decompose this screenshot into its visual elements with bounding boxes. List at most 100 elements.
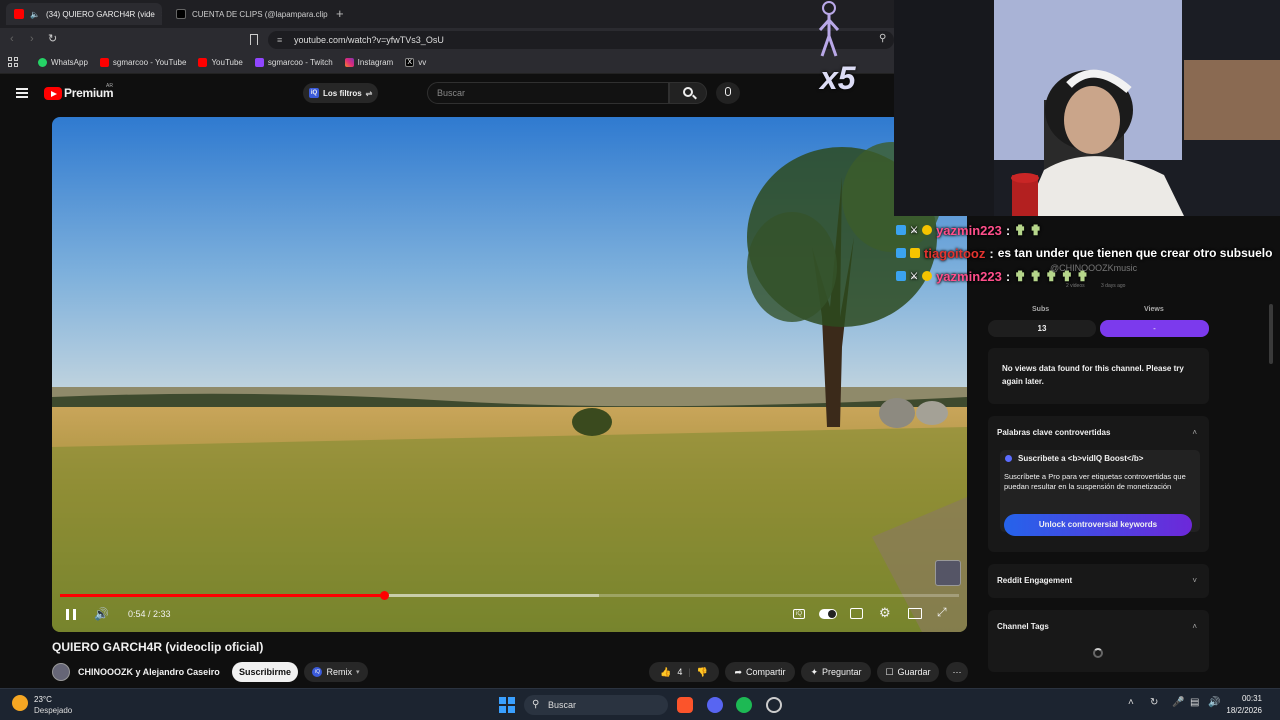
vidiq-icon: iQ xyxy=(312,667,323,677)
vidiq-dot-icon xyxy=(1005,455,1012,462)
subscribe-button[interactable]: Suscribirme xyxy=(232,662,298,682)
weather-icon[interactable] xyxy=(12,695,28,711)
speaker-icon: 🔈 xyxy=(30,9,40,19)
weather-temp[interactable]: 23°C xyxy=(34,695,52,704)
clock-date: 18/2/2026 xyxy=(1226,706,1262,715)
volume-icon[interactable]: 🔊 xyxy=(94,607,109,621)
subs-tab[interactable]: 13 xyxy=(988,320,1096,337)
scrollbar[interactable] xyxy=(1268,296,1274,688)
multiplier-overlay: x5 xyxy=(820,60,856,96)
last-upload: 3 days ago xyxy=(1101,283,1126,289)
forward-icon[interactable]: › xyxy=(30,33,34,45)
chat-username: yazmin223 xyxy=(936,268,1002,284)
chevron-up-icon[interactable]: ˄ xyxy=(1192,428,1197,437)
weather-desc: Despejado xyxy=(34,706,73,715)
close-tab-icon[interactable]: ✕ xyxy=(161,10,162,19)
youtube-logo-icon[interactable] xyxy=(44,87,62,100)
search-button[interactable] xyxy=(669,82,707,104)
spotify-icon[interactable] xyxy=(736,697,752,713)
fullscreen-icon[interactable]: ⤢ xyxy=(937,605,947,620)
remix-button[interactable]: iQ Remix ▾ xyxy=(304,662,368,682)
badge-icon xyxy=(896,225,906,235)
loading-spinner-icon xyxy=(1093,648,1103,658)
microphone-icon[interactable]: 🎤 xyxy=(1172,697,1184,708)
subtitles-icon[interactable] xyxy=(850,608,863,619)
zoom-icon[interactable]: ⚲ xyxy=(879,33,886,44)
reload-icon[interactable]: ↻ xyxy=(48,32,57,45)
network-icon[interactable]: ▤ xyxy=(1190,697,1199,708)
search-input[interactable]: Buscar xyxy=(427,82,669,104)
brave-icon[interactable] xyxy=(677,697,693,713)
like-count: 4 xyxy=(677,667,683,677)
pause-icon[interactable] xyxy=(66,609,76,620)
video-player[interactable]: 🔊 0:54 / 2:33 iQ ⚙ ⤢ xyxy=(52,117,967,632)
microphone-button[interactable] xyxy=(716,82,740,104)
like-icon[interactable]: 👍 xyxy=(660,667,671,678)
youtube-icon xyxy=(198,58,208,67)
bookmark-x[interactable]: Xvv xyxy=(405,58,426,67)
tab-tiktok[interactable]: CUENTA DE CLIPS (@lapampara.clips xyxy=(168,3,328,25)
discord-icon[interactable] xyxy=(707,697,723,713)
scrubber-handle[interactable] xyxy=(379,591,389,600)
bookmark-whatsapp[interactable]: WhatsApp xyxy=(38,58,88,67)
boost-text: Suscribete a <b>vidIQ Boost</b> xyxy=(1018,454,1144,463)
sword-icon: ⚔ xyxy=(910,270,919,281)
bookmark-youtube[interactable]: YouTube xyxy=(198,58,243,67)
views-label: Views xyxy=(1144,306,1164,313)
microphone-icon xyxy=(725,87,731,96)
tab-label: (34) QUIERO GARCH4R (vide xyxy=(45,9,155,19)
channel-watermark-avatar[interactable] xyxy=(935,560,961,586)
new-tab-button[interactable]: + xyxy=(336,6,344,21)
bookmark-sgmarcoo-youtube[interactable]: sgmarcoo - YouTube xyxy=(99,58,186,67)
chat-message: ⚔ yazmin223 : ✟ ✟ xyxy=(896,220,1042,240)
whatsapp-icon xyxy=(38,58,47,67)
vidiq-player-icon[interactable]: iQ xyxy=(793,609,805,619)
tab-youtube[interactable]: 🔈 (34) QUIERO GARCH4R (vide ✕ xyxy=(6,3,162,25)
bookmark-instagram[interactable]: Instagram xyxy=(344,58,393,67)
controversial-title[interactable]: Palabras clave controvertidas xyxy=(997,428,1110,437)
progress-track[interactable] xyxy=(60,591,959,600)
chevron-up-icon[interactable]: ˄ xyxy=(1192,622,1197,631)
played-bar xyxy=(60,594,384,597)
autoplay-toggle[interactable] xyxy=(819,609,837,619)
ask-button[interactable]: ✦ Preguntar xyxy=(801,662,871,682)
settings-icon[interactable]: ⚙ xyxy=(879,605,891,621)
sword-icon: ⚔ xyxy=(910,224,919,235)
channel-name[interactable]: CHINOOOZK y Alejandro Caseiro xyxy=(78,667,220,677)
tiktok-favicon-icon xyxy=(176,9,186,19)
no-views-card: No views data found for this channel. Pl… xyxy=(988,348,1209,404)
app-icon[interactable] xyxy=(766,697,782,713)
save-button[interactable]: ☐ Guardar xyxy=(877,662,939,682)
site-settings-icon[interactable]: ≡ xyxy=(277,31,282,49)
tab-label: CUENTA DE CLIPS (@lapampara.clips xyxy=(192,9,328,19)
tags-title[interactable]: Channel Tags xyxy=(997,622,1049,631)
share-button[interactable]: ➦ Compartir xyxy=(725,662,795,682)
twitch-icon xyxy=(254,58,264,67)
menu-icon[interactable] xyxy=(16,88,28,98)
windows-start-icon[interactable] xyxy=(499,697,515,713)
more-button[interactable]: ⋯ xyxy=(946,662,968,682)
taskbar-search[interactable]: ⚲ Buscar xyxy=(524,695,668,715)
dislike-icon[interactable]: 👎 xyxy=(697,667,708,678)
url-field[interactable]: ≡ youtube.com/watch?v=yfwTVs3_OsU xyxy=(268,31,894,49)
time-display: 0:54 / 2:33 xyxy=(128,609,171,619)
apps-grid-icon[interactable] xyxy=(8,57,18,67)
x-icon: X xyxy=(405,58,415,67)
search-icon: ⚲ xyxy=(532,699,540,710)
views-tab[interactable]: - xyxy=(1100,320,1209,337)
tray-sync-icon[interactable]: ↻ xyxy=(1150,697,1158,708)
like-dislike-group: 👍 4 | 👎 xyxy=(649,662,719,682)
channel-avatar[interactable] xyxy=(52,663,70,681)
youtube-favicon-icon xyxy=(14,9,24,19)
miniplayer-icon[interactable] xyxy=(908,608,922,619)
unlock-keywords-button[interactable]: Unlock controversial keywords xyxy=(1004,514,1192,536)
bookmark-icon[interactable] xyxy=(250,34,258,45)
tray-chevron-icon[interactable]: ˄ xyxy=(1128,697,1134,708)
filter-button[interactable]: iQ Los filtros ⇌ xyxy=(303,83,378,103)
bookmark-sgmarcoo-twitch[interactable]: sgmarcoo - Twitch xyxy=(254,58,333,67)
back-icon[interactable]: ‹ xyxy=(10,33,14,45)
volume-icon[interactable]: 🔊 xyxy=(1208,697,1220,708)
webcam-overlay xyxy=(894,0,1280,216)
clock-time[interactable]: 00:31 xyxy=(1226,694,1262,703)
reddit-card[interactable]: Reddit Engagement ˅ xyxy=(988,564,1209,598)
